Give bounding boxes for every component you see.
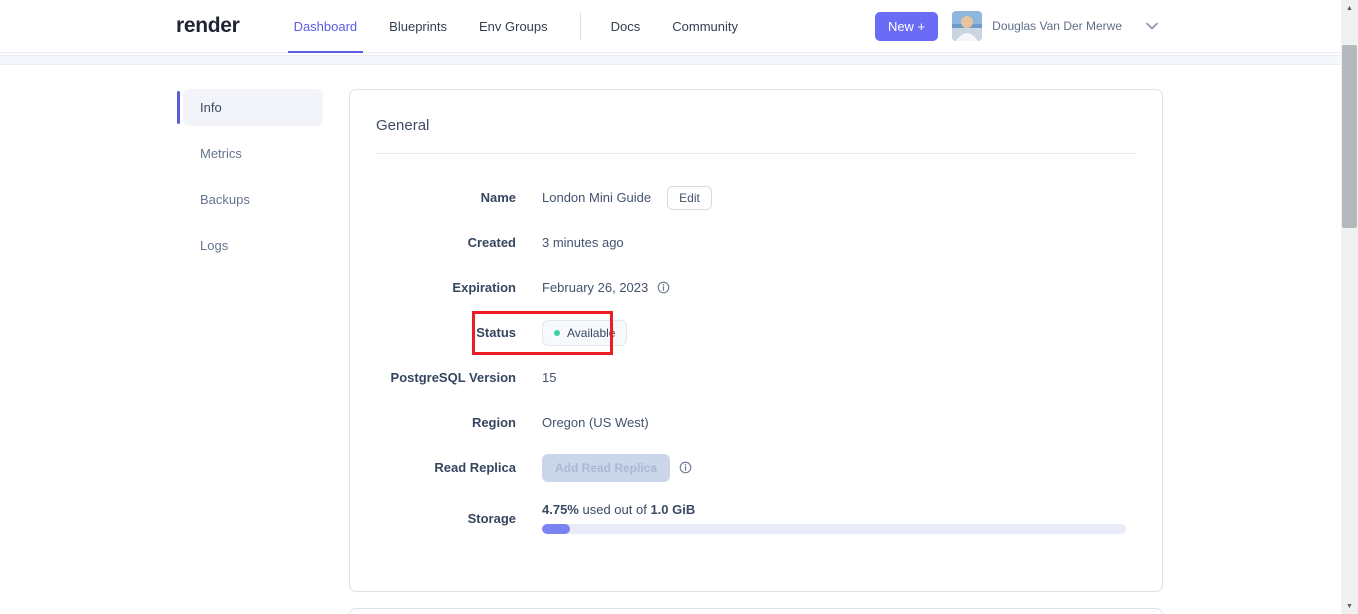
status-label: Status	[476, 325, 516, 340]
render-logo[interactable]: render	[176, 14, 240, 38]
next-card-top-edge	[349, 608, 1163, 614]
storage-total: 1.0 GiB	[650, 502, 696, 517]
row-expiration: Expiration February 26, 2023	[376, 265, 1136, 310]
row-region: Region Oregon (US West)	[376, 400, 1136, 445]
storage-connector-text: used out of	[578, 502, 651, 517]
add-read-replica-button[interactable]: Add Read Replica	[542, 453, 671, 482]
page-scrollbar[interactable]: ▲ ▼	[1341, 0, 1358, 614]
row-name: Name London Mini Guide Edit	[376, 175, 1136, 220]
avatar-image	[952, 11, 983, 41]
version-label: PostgreSQL Version	[390, 370, 516, 385]
expiration-label: Expiration	[452, 280, 516, 295]
expiration-value: February 26, 2023	[542, 280, 649, 295]
storage-usage-text: 4.75% used out of 1.0 GiB	[542, 502, 695, 517]
row-status: Status Available	[376, 310, 1136, 355]
nav-env-groups[interactable]: Env Groups	[477, 0, 550, 52]
status-badge-text: Available	[567, 325, 616, 340]
main-nav: Dashboard Blueprints Env Groups Docs Com…	[287, 0, 768, 53]
storage-progress-bar	[542, 524, 1126, 534]
scrollbar-down-arrow[interactable]: ▼	[1341, 598, 1358, 614]
sidebar-item-metrics[interactable]: Metrics	[183, 135, 323, 172]
row-storage: Storage 4.75% used out of 1.0 GiB	[376, 490, 1136, 546]
region-label: Region	[471, 415, 516, 430]
sidebar-item-info[interactable]: Info	[177, 89, 323, 126]
nav-docs[interactable]: Docs	[609, 0, 643, 52]
read-replica-label: Read Replica	[434, 460, 516, 475]
user-name[interactable]: Douglas Van Der Merwe	[992, 19, 1122, 33]
storage-progress-fill	[542, 524, 570, 534]
sidebar: Info Metrics Backups Logs	[177, 89, 323, 592]
created-label: Created	[467, 235, 516, 250]
storage-label: Storage	[467, 510, 516, 526]
scrollbar-up-arrow[interactable]: ▲	[1341, 0, 1358, 16]
nav-blueprints[interactable]: Blueprints	[387, 0, 449, 52]
row-postgresql-version: PostgreSQL Version 15	[376, 355, 1136, 400]
created-value: 3 minutes ago	[542, 235, 624, 250]
row-created: Created 3 minutes ago	[376, 220, 1136, 265]
status-badge: Available	[542, 319, 628, 346]
nav-community[interactable]: Community	[670, 0, 740, 52]
expiration-info-icon[interactable]	[657, 281, 670, 294]
new-button[interactable]: New +	[874, 11, 939, 41]
sidebar-item-logs[interactable]: Logs	[183, 227, 323, 264]
card-title: General	[376, 117, 430, 134]
scrollbar-thumb[interactable]	[1342, 45, 1357, 228]
chevron-down-icon[interactable]	[1146, 22, 1158, 30]
top-navbar: render Dashboard Blueprints Env Groups D…	[0, 0, 1358, 53]
read-replica-info-icon[interactable]	[679, 461, 692, 474]
sidebar-item-backups[interactable]: Backups	[183, 181, 323, 218]
storage-used-percent: 4.75%	[542, 502, 579, 517]
user-avatar[interactable]	[952, 11, 983, 41]
general-card: General Name London Mini Guide Edit Crea…	[349, 89, 1163, 592]
nav-dashboard[interactable]: Dashboard	[287, 0, 363, 53]
name-label: Name	[480, 190, 516, 205]
version-value: 15	[542, 370, 557, 385]
nav-divider	[579, 12, 581, 40]
edit-name-button[interactable]: Edit	[667, 185, 712, 210]
row-read-replica: Read Replica Add Read Replica	[376, 445, 1136, 490]
status-dot-icon	[554, 329, 560, 336]
subheader-strip	[0, 55, 1341, 65]
name-value: London Mini Guide	[542, 190, 652, 205]
region-value: Oregon (US West)	[542, 415, 649, 430]
